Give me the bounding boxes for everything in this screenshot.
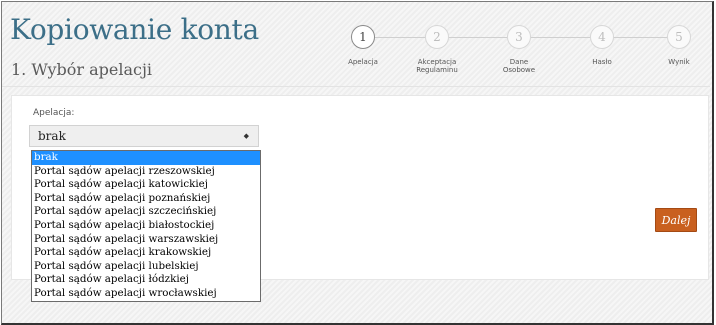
step-label-akceptacja: Akceptacja Regulaminu bbox=[416, 58, 458, 74]
select-value: brak bbox=[38, 129, 66, 143]
option-wroclawska[interactable]: Portal sądów apelacji wrocławskiej bbox=[32, 287, 260, 301]
step-connector bbox=[449, 37, 507, 38]
apelacja-label: Apelacja: bbox=[33, 108, 75, 118]
option-warszawska[interactable]: Portal sądów apelacji warszawskiej bbox=[32, 233, 260, 247]
apelacja-dropdown-list[interactable]: brak Portal sądów apelacji rzeszowskiej … bbox=[31, 150, 261, 302]
step-connector bbox=[614, 37, 667, 38]
step-label-apelacja: Apelacja bbox=[348, 58, 378, 66]
option-szczecinska[interactable]: Portal sądów apelacji szczecińskiej bbox=[32, 205, 260, 219]
option-krakowska[interactable]: Portal sądów apelacji krakowskiej bbox=[32, 246, 260, 260]
option-poznanska[interactable]: Portal sądów apelacji poznańskiej bbox=[32, 192, 260, 206]
step-number-3: 3 bbox=[507, 25, 531, 49]
step-number-1: 1 bbox=[351, 25, 375, 49]
option-lubelska[interactable]: Portal sądów apelacji lubelskiej bbox=[32, 260, 260, 274]
step-connector bbox=[531, 37, 590, 38]
step-number-5: 5 bbox=[667, 25, 691, 49]
step-label-dane: Dane Osobowe bbox=[502, 58, 536, 74]
step-connector bbox=[375, 37, 425, 38]
wizard-steps: 1 2 3 4 5 Apelacja Akceptacja Regulaminu … bbox=[0, 0, 716, 90]
select-arrows-icon: ◆ bbox=[243, 132, 249, 140]
option-bialostocka[interactable]: Portal sądów apelacji białostockiej bbox=[32, 219, 260, 233]
apelacja-select[interactable]: brak ◆ bbox=[29, 125, 259, 147]
option-brak[interactable]: brak bbox=[32, 151, 260, 165]
step-number-4: 4 bbox=[590, 25, 614, 49]
step-label-wynik: Wynik bbox=[668, 58, 690, 66]
option-rzeszowska[interactable]: Portal sądów apelacji rzeszowskiej bbox=[32, 165, 260, 179]
next-button[interactable]: Dalej bbox=[655, 208, 697, 232]
step-label-haslo: Hasło bbox=[592, 58, 612, 66]
option-lodzka[interactable]: Portal sądów apelacji łódzkiej bbox=[32, 273, 260, 287]
option-katowicka[interactable]: Portal sądów apelacji katowickiej bbox=[32, 178, 260, 192]
header-divider bbox=[2, 86, 710, 87]
step-number-2: 2 bbox=[425, 25, 449, 49]
